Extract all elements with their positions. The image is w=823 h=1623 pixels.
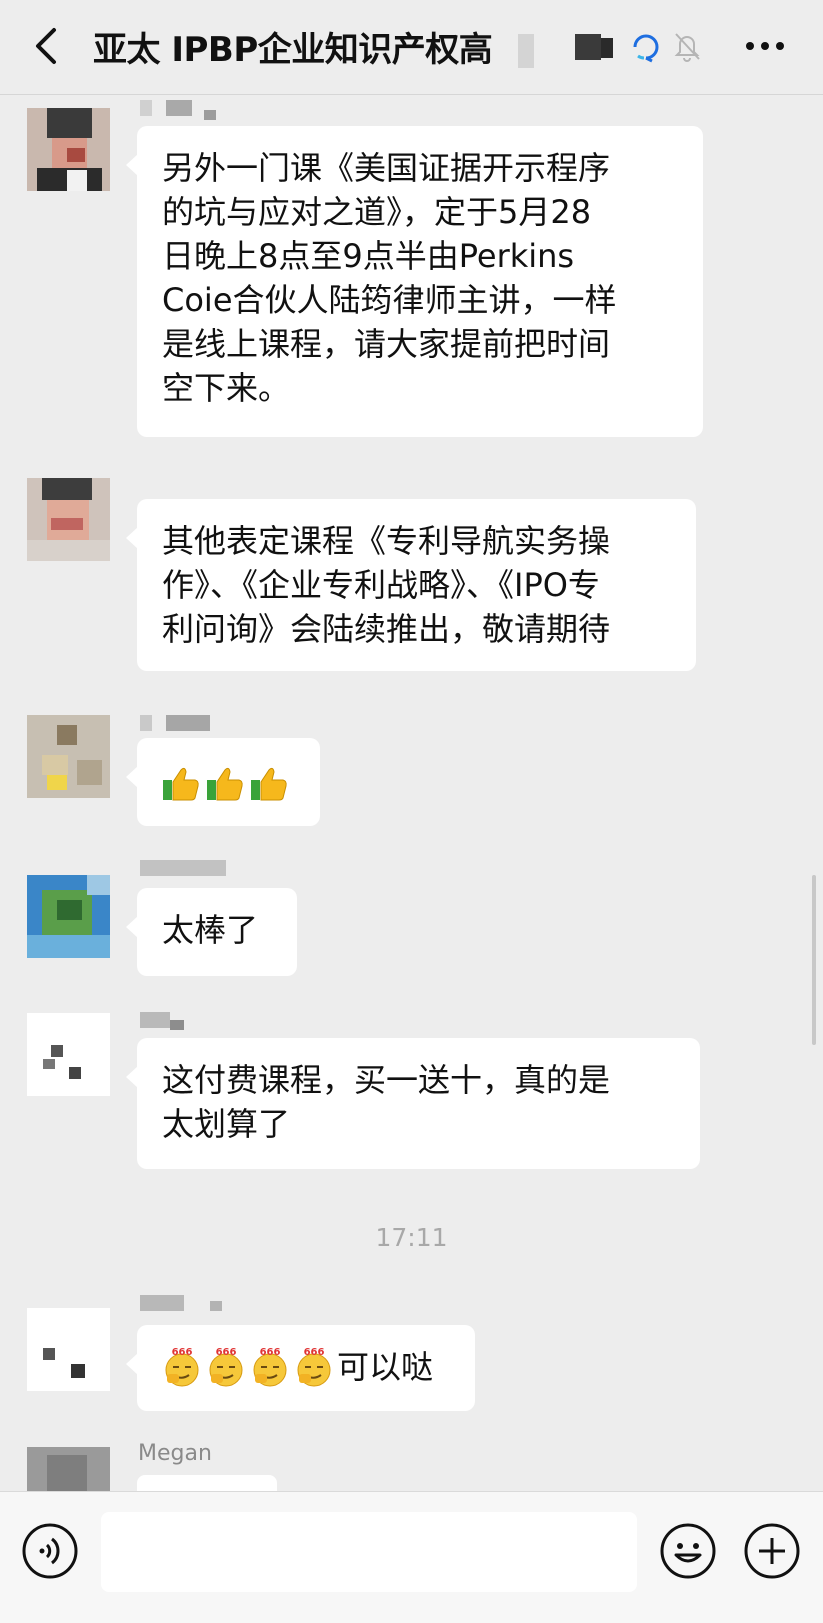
message-text: 其他表定课程《专利导航实务操 <box>162 522 611 560</box>
message-text: 是线上课程，请大家提前把时间 <box>162 325 611 363</box>
666-smirk-emoji-icon: 666 <box>209 1347 243 1387</box>
666-smirk-emoji-icon: 666 <box>165 1347 199 1387</box>
more-icon[interactable] <box>740 26 790 66</box>
message-text: 日晚上8点至9点半由Perkins <box>162 237 575 275</box>
loop-icon <box>633 34 659 63</box>
666-smirk-emoji-icon: 666 <box>297 1347 331 1387</box>
emoji-message-bubble[interactable] <box>126 738 320 826</box>
thumbs-up-emoji-icon <box>163 767 199 801</box>
chat-header: 亚太 IPBP企业知识产权高 <box>0 0 823 95</box>
svg-text:666: 666 <box>304 1347 325 1358</box>
message-bubble-partial[interactable] <box>137 1475 277 1491</box>
message-text: 另外一门课《美国证据开示程序 <box>162 149 611 187</box>
avatar[interactable] <box>27 478 110 561</box>
sender-nickname: Megan <box>138 1441 212 1466</box>
thumbs-up-emoji-icon <box>251 767 287 801</box>
message-text: 这付费课程，买一送十，真的是 <box>162 1061 611 1099</box>
message-text: 太划算了 <box>162 1105 291 1143</box>
title-blur-mosaic <box>518 34 534 68</box>
avatar[interactable] <box>27 108 110 191</box>
avatar[interactable] <box>27 875 110 958</box>
svg-text:666: 666 <box>216 1347 237 1358</box>
avatar[interactable] <box>27 1013 110 1096</box>
voice-input-icon[interactable] <box>22 1523 78 1579</box>
thumbs-up-emoji-icon <box>207 767 243 801</box>
message-text: 太棒了 <box>162 911 259 949</box>
emoji-icon[interactable] <box>660 1523 716 1579</box>
mute-bell-icon <box>674 33 700 62</box>
message-timestamp: 17:11 <box>375 1223 448 1252</box>
666-smirk-emoji-icon: 666 <box>253 1347 287 1387</box>
back-arrow-icon[interactable] <box>28 24 68 68</box>
scrollbar[interactable] <box>812 875 816 1045</box>
message-bubble[interactable]: 其他表定课程《专利导航实务操 作》、《企业专利战略》、《IPO专 利问询》会陆续… <box>126 499 696 671</box>
header-blur-mosaic <box>575 34 601 60</box>
message-input[interactable] <box>101 1512 637 1592</box>
message-bubble[interactable]: 太棒了 <box>126 888 297 976</box>
avatar[interactable] <box>27 1447 110 1491</box>
header-blur-mosaic <box>601 38 613 58</box>
chat-title[interactable]: 亚太 IPBP企业知识产权高 <box>93 22 513 71</box>
input-bar <box>0 1491 823 1623</box>
message-text: 利问询》会陆续推出，敬请期待 <box>162 610 611 648</box>
svg-text:666: 666 <box>172 1347 193 1358</box>
emoji-message-bubble[interactable]: 666 666 666 666 可以哒 <box>126 1325 475 1411</box>
message-text: 的坑与应对之道》，定于5月28 <box>162 193 592 231</box>
message-text: 作》、《企业专利战略》、《IPO专 <box>162 566 600 604</box>
svg-text:666: 666 <box>260 1347 281 1358</box>
avatar[interactable] <box>27 1308 110 1391</box>
avatar[interactable] <box>27 715 110 798</box>
message-bubble[interactable]: 这付费课程，买一送十，真的是 太划算了 <box>126 1038 700 1169</box>
plus-icon[interactable] <box>744 1523 800 1579</box>
message-bubble[interactable]: 另外一门课《美国证据开示程序 的坑与应对之道》，定于5月28 日晚上8点至9点半… <box>126 126 703 437</box>
message-text: Coie合伙人陆筠律师主讲，一样 <box>162 281 617 319</box>
message-text: 空下来。 <box>162 369 291 407</box>
message-text: 可以哒 <box>337 1348 434 1386</box>
